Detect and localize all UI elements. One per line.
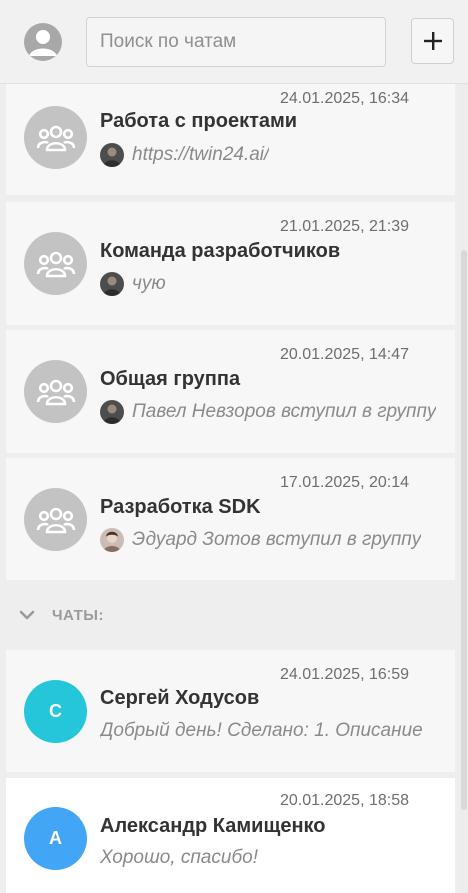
group-avatar [24,360,87,423]
chat-list[interactable]: 24.01.2025, 16:34 Работа с проектами htt… [0,84,468,893]
group-icon [36,125,75,151]
group-avatar [24,488,87,551]
group-title: Общая группа [100,368,241,390]
profile-avatar-button[interactable] [24,23,62,61]
last-message: Добрый день! Сделано: 1. Описание [100,717,454,745]
last-message: чую [100,270,454,298]
last-message: Хорошо, спасибо! [100,844,454,872]
contact-avatar: А [24,807,87,870]
avatar-initial: С [49,701,62,721]
search-input[interactable] [86,17,386,67]
chat-item[interactable]: 24.01.2025, 16:59 С Сергей Ходусов Добры… [6,650,455,772]
chat-item-selected[interactable]: 20.01.2025, 18:58 А Александр Камищенко … [6,778,455,893]
timestamp: 20.01.2025, 14:47 [279,346,409,363]
section-label: ЧАТЫ: [52,607,104,624]
header [0,0,468,84]
user-icon [29,30,57,56]
scrollbar-thumb[interactable] [461,250,467,810]
chat-title: Александр Камищенко [100,815,326,837]
message-preview: Павел Невзоров вступил в группу [132,401,437,422]
timestamp: 24.01.2025, 16:59 [279,666,409,683]
message-preview: Хорошо, спасибо! [100,847,258,868]
group-icon [36,251,75,277]
group-icon [36,507,75,533]
scrollbar[interactable] [459,84,468,893]
last-message: https://twin24.ai/ [100,141,454,169]
group-item[interactable]: 17.01.2025, 20:14 Разработка SDK Эдуард … [6,458,455,580]
timestamp: 24.01.2025, 16:34 [279,90,409,107]
last-message: Павел Невзоров вступил в группу [100,398,454,426]
message-preview: Эдуард Зотов вступил в группу [132,529,422,550]
timestamp: 17.01.2025, 20:14 [279,474,409,491]
group-avatar [24,106,87,169]
plus-icon [423,32,442,50]
group-item[interactable]: 24.01.2025, 16:34 Работа с проектами htt… [6,84,455,195]
timestamp: 20.01.2025, 18:58 [279,792,409,809]
group-icon [36,379,75,405]
last-message: Эдуард Зотов вступил в группу [100,526,454,554]
sender-avatar [100,528,124,552]
message-preview: https://twin24.ai/ [132,144,270,165]
message-preview: чую [132,273,166,294]
avatar-initial: А [49,828,62,848]
group-item[interactable]: 20.01.2025, 14:47 Общая группа Павел Нев… [6,330,455,453]
group-title: Команда разработчиков [100,240,341,262]
chat-title: Сергей Ходусов [100,687,260,709]
sender-avatar [100,143,124,167]
group-item[interactable]: 21.01.2025, 21:39 Команда разработчиков … [6,202,455,325]
contact-avatar: С [24,680,87,743]
group-avatar [24,232,87,295]
message-preview: Добрый день! Сделано: 1. Описание [100,720,423,741]
add-chat-button[interactable] [411,18,454,64]
chats-section-header[interactable]: ЧАТЫ: [0,588,458,646]
chevron-down-icon[interactable] [19,609,35,621]
sender-avatar [100,400,124,424]
group-title: Работа с проектами [100,110,298,132]
sender-avatar [100,272,124,296]
timestamp: 21.01.2025, 21:39 [279,218,409,235]
group-title: Разработка SDK [100,496,261,518]
